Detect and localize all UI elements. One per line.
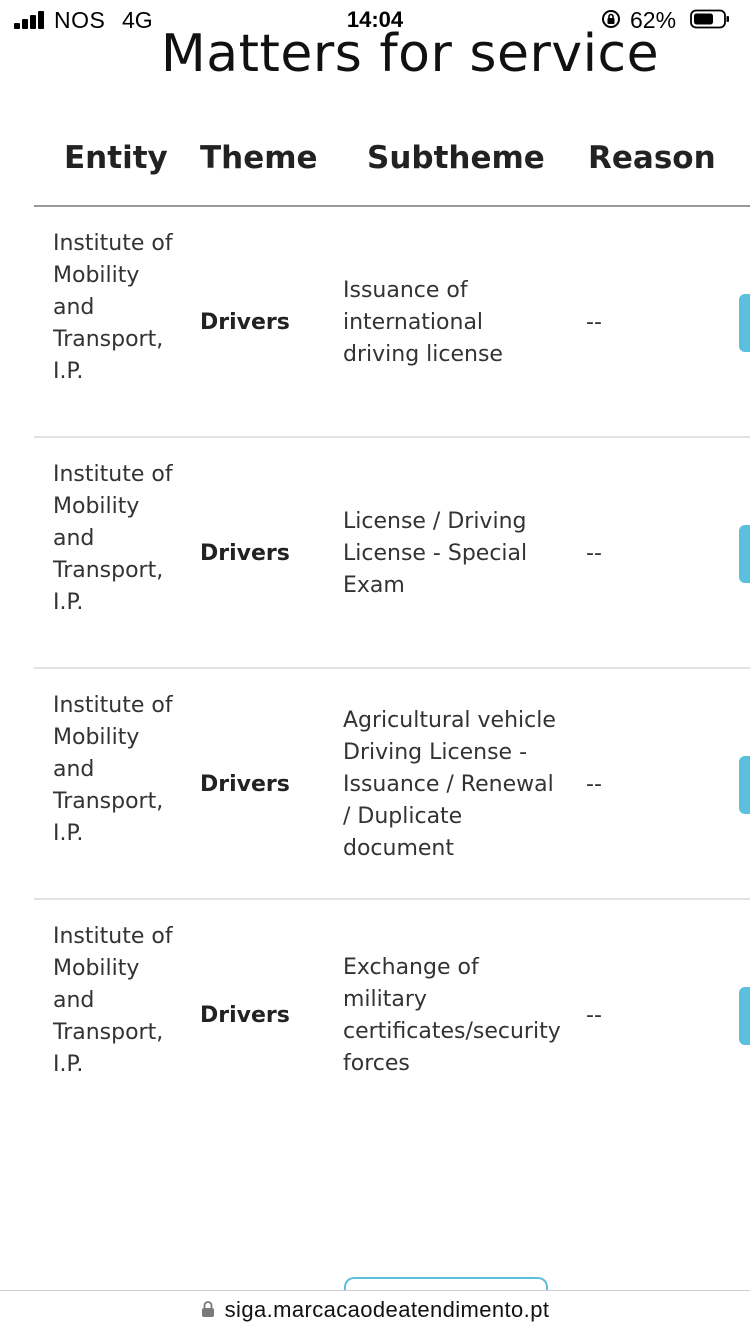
subtheme-cell: License / Driving License - Special Exam [343,508,528,598]
select-row-button[interactable] [739,524,750,583]
entity-cell: Institute of Mobility and Transport, I.P… [53,462,173,615]
table-row: Institute of Mobility and Transport, I.P… [0,669,750,900]
table-row: Institute of Mobility and Transport, I.P… [0,438,750,669]
subtheme-cell: Exchange of military certificates/securi… [343,954,561,1076]
table-row: Institute of Mobility and Transport, I.P… [0,207,750,438]
browser-address-bar[interactable]: siga.marcacaodeatendimento.pt [0,1290,750,1334]
theme-cell: Drivers [200,309,290,335]
select-row-button[interactable] [739,986,750,1045]
url-text: siga.marcacaodeatendimento.pt [224,1297,550,1322]
entity-cell: Institute of Mobility and Transport, I.P… [53,924,173,1077]
select-row-button[interactable] [739,293,750,352]
theme-cell: Drivers [200,1002,290,1028]
reason-cell: -- [586,771,602,797]
table-row: Institute of Mobility and Transport, I.P… [0,900,750,1131]
select-row-button[interactable] [739,755,750,814]
subtheme-cell: Agricultural vehicle Driving License - I… [343,707,556,861]
entity-cell: Institute of Mobility and Transport, I.P… [53,231,173,384]
column-header-subtheme: Subtheme [367,140,545,176]
theme-cell: Drivers [200,771,290,797]
reason-cell: -- [586,540,602,566]
entity-cell: Institute of Mobility and Transport, I.P… [53,693,173,846]
table-header: Entity Theme Subtheme Reason [0,140,750,190]
reason-cell: -- [586,1002,602,1028]
lock-icon [201,1301,214,1317]
column-header-entity: Entity [64,140,168,176]
page-title: Matters for service [160,24,660,84]
theme-cell: Drivers [200,540,290,566]
column-header-reason: Reason [588,140,716,176]
reason-cell: -- [586,309,602,335]
subtheme-cell: Issuance of international driving licens… [343,277,503,367]
column-header-theme: Theme [200,140,318,176]
